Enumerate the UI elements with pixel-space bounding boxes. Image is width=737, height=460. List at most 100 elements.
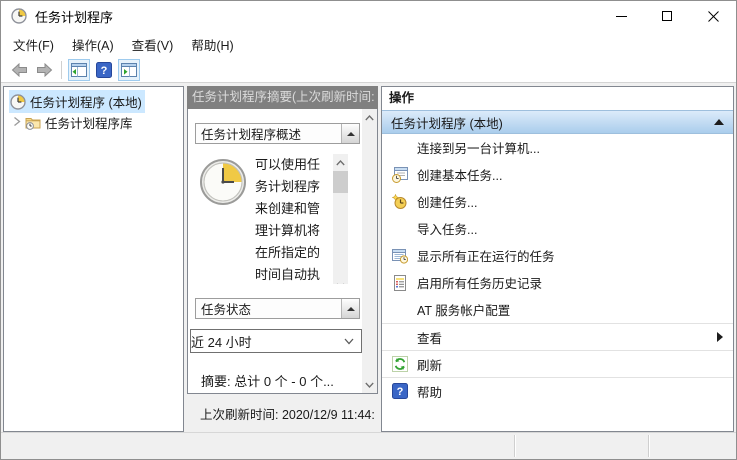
action-enable-task-history[interactable]: 启用所有任务历史记录 xyxy=(382,269,733,296)
menu-action[interactable]: 操作(A) xyxy=(63,31,123,58)
summary-body: 任务计划程序概述 xyxy=(187,109,378,394)
actions-pane: 操作 任务计划程序 (本地) 连接到另一台计算机... xyxy=(381,86,734,432)
close-icon xyxy=(708,11,719,22)
help-icon: ? xyxy=(96,62,112,78)
action-display-running-tasks[interactable]: 显示所有正在运行的任务 xyxy=(382,242,733,269)
window-controls xyxy=(598,1,736,31)
action-at-service-account-configuration[interactable]: AT 服务帐户配置 xyxy=(382,296,733,323)
overview-title: 任务计划程序概述 xyxy=(201,124,301,143)
collapse-arrow-icon xyxy=(347,132,355,136)
minimize-button[interactable] xyxy=(598,1,644,31)
action-label: 连接到另一台计算机... xyxy=(417,138,540,157)
menu-view[interactable]: 查看(V) xyxy=(123,31,183,58)
action-label: 查看 xyxy=(417,328,442,347)
overview-scrollbar[interactable] xyxy=(333,154,348,284)
show-console-tree-icon xyxy=(71,63,87,77)
maximize-button[interactable] xyxy=(644,1,690,31)
submenu-arrow-icon xyxy=(717,332,723,342)
menu-file[interactable]: 文件(F) xyxy=(4,31,63,58)
action-import-task[interactable]: 导入任务... xyxy=(382,215,733,242)
running-tasks-icon xyxy=(392,248,408,264)
summary-scrollbar[interactable] xyxy=(362,109,377,393)
titlebar: 任务计划程序 xyxy=(1,1,736,31)
scroll-down-icon[interactable] xyxy=(362,377,377,392)
actions-pane-title: 操作 xyxy=(382,87,733,110)
show-console-tree-button[interactable] xyxy=(68,59,90,81)
show-action-pane-icon xyxy=(121,63,137,77)
big-clock-icon xyxy=(199,158,247,206)
app-clock-icon xyxy=(11,8,27,24)
toolbar: ? xyxy=(1,57,736,83)
scroll-down-icon[interactable] xyxy=(333,278,348,284)
scrollbar-thumb[interactable] xyxy=(333,171,348,193)
task-history-icon xyxy=(392,275,408,291)
collapse-arrow-icon xyxy=(347,307,355,311)
toolbar-separator xyxy=(61,61,62,79)
help-icon: ? xyxy=(392,383,408,399)
task-status-section: 任务状态 最近 24 小时 摘要: 总计 0 个 - 0 个... xyxy=(195,298,360,390)
summary-pane-header: 任务计划程序摘要(上次刷新时间: 2 xyxy=(187,86,378,109)
clock-icon xyxy=(10,94,26,110)
action-create-basic-task[interactable]: 创建基本任务... xyxy=(382,161,733,188)
show-action-pane-button[interactable] xyxy=(118,59,140,81)
toolbar-help-button[interactable]: ? xyxy=(93,59,115,81)
action-refresh[interactable]: 刷新 xyxy=(382,350,733,377)
svg-text:?: ? xyxy=(397,386,404,398)
forward-icon xyxy=(36,63,53,77)
summary-content: 任务计划程序概述 xyxy=(188,109,362,393)
collapse-button[interactable] xyxy=(341,124,359,143)
status-summary-line: 摘要: 总计 0 个 - 0 个... xyxy=(201,371,360,390)
last-refresh-text: 上次刷新时间: 2020/12/9 11:44: xyxy=(187,394,378,432)
empty-icon-slot xyxy=(392,140,408,156)
close-button[interactable] xyxy=(690,1,736,31)
menu-help[interactable]: 帮助(H) xyxy=(182,31,242,58)
refresh-icon xyxy=(392,356,408,372)
empty-icon-slot xyxy=(392,302,408,318)
menubar: 文件(F) 操作(A) 查看(V) 帮助(H) xyxy=(1,31,736,57)
console-tree-pane: 任务计划程序 (本地) 任务计划程序库 xyxy=(3,86,184,432)
svg-text:?: ? xyxy=(101,65,108,77)
action-label: 导入任务... xyxy=(417,219,477,238)
action-label: AT 服务帐户配置 xyxy=(417,300,510,319)
statusbar xyxy=(1,432,736,459)
empty-icon-slot xyxy=(392,221,408,237)
time-range-dropdown[interactable]: 最近 24 小时 xyxy=(190,329,362,353)
collapse-arrow-icon xyxy=(714,119,724,125)
back-icon xyxy=(11,63,28,77)
action-label: 启用所有任务历史记录 xyxy=(417,273,542,292)
time-range-value: 最近 24 小时 xyxy=(190,332,252,351)
collapse-button[interactable] xyxy=(341,299,359,318)
tree-item-task-scheduler-library[interactable]: 任务计划程序库 xyxy=(4,112,183,133)
chevron-down-icon xyxy=(344,334,354,348)
main-area: 任务计划程序 (本地) 任务计划程序库 任务计划程序摘要(上次刷新时间: 2 xyxy=(1,83,736,432)
create-task-icon xyxy=(392,194,408,210)
action-connect-to-another-computer[interactable]: 连接到另一台计算机... xyxy=(382,134,733,161)
overview-section: 任务计划程序概述 xyxy=(195,123,360,284)
overview-section-header[interactable]: 任务计划程序概述 xyxy=(195,123,360,144)
action-help[interactable]: ? 帮助 xyxy=(382,377,733,404)
action-view[interactable]: 查看 xyxy=(382,323,733,350)
back-button[interactable] xyxy=(8,59,30,81)
action-label: 创建任务... xyxy=(417,192,477,211)
scroll-up-icon[interactable] xyxy=(333,155,348,170)
expand-chevron-icon[interactable] xyxy=(9,116,25,130)
summary-pane: 任务计划程序摘要(上次刷新时间: 2 任务计划程序概述 xyxy=(187,86,378,432)
action-create-task[interactable]: 创建任务... xyxy=(382,188,733,215)
task-status-title: 任务状态 xyxy=(201,299,251,318)
action-label: 刷新 xyxy=(417,355,442,374)
tree-item-task-scheduler-local[interactable]: 任务计划程序 (本地) xyxy=(4,91,183,112)
action-label: 创建基本任务... xyxy=(417,165,502,184)
empty-icon-slot xyxy=(392,329,408,345)
action-label: 显示所有正在运行的任务 xyxy=(417,246,555,265)
task-scheduler-window: 任务计划程序 文件(F) 操作(A) 查看(V) 帮助(H) xyxy=(0,0,737,460)
scroll-up-icon[interactable] xyxy=(362,110,377,125)
forward-button[interactable] xyxy=(33,59,55,81)
task-library-folder-icon xyxy=(25,115,41,131)
overview-content: 可以使用任务计划程序来创建和管理计算机将在所指定的时间自动执 xyxy=(195,144,360,284)
maximize-icon xyxy=(662,11,672,21)
tree-item-label: 任务计划程序 (本地) xyxy=(30,92,142,111)
task-status-section-header[interactable]: 任务状态 xyxy=(195,298,360,319)
actions-group-header[interactable]: 任务计划程序 (本地) xyxy=(382,110,733,134)
window-title: 任务计划程序 xyxy=(35,7,113,26)
tree-item-label: 任务计划程序库 xyxy=(45,113,133,132)
